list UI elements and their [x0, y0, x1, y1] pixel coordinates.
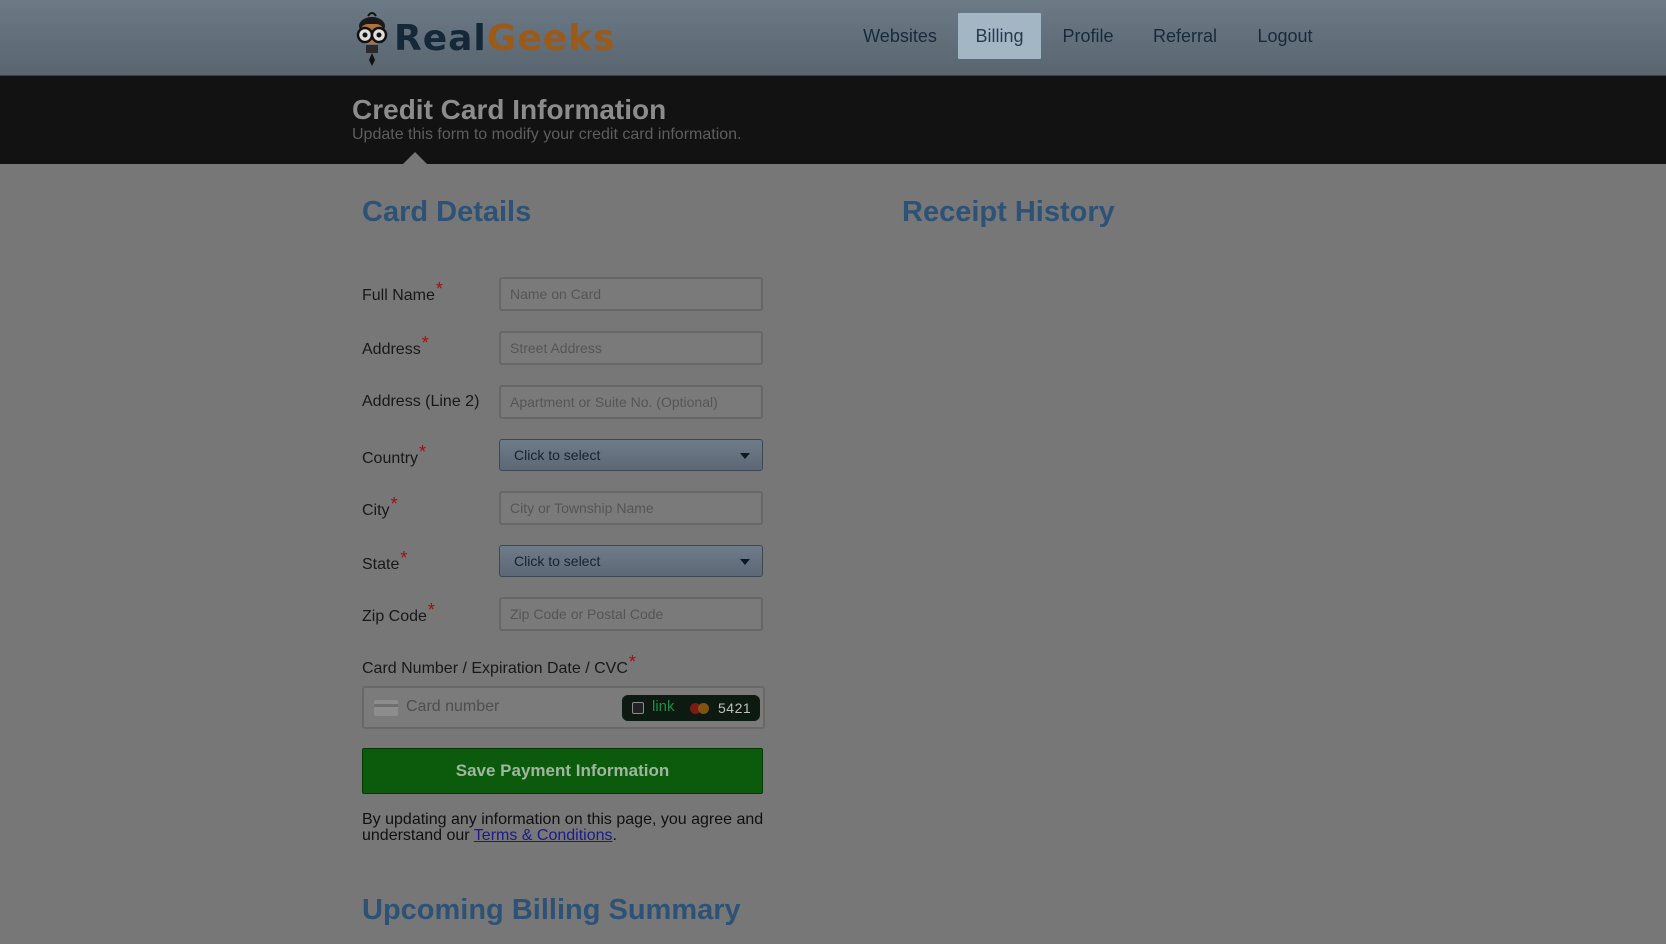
credit-card-icon — [374, 700, 398, 716]
country-select-value: Click to select — [514, 447, 601, 463]
full-name-input[interactable] — [499, 277, 763, 311]
main-nav: Websites Billing Profile Referral Logout — [0, 13, 1666, 59]
required-star: * — [435, 279, 443, 299]
nav-websites[interactable]: Websites — [848, 13, 952, 59]
nav-referral[interactable]: Referral — [1144, 13, 1226, 59]
chevron-down-icon — [740, 559, 750, 565]
full-name-label: Full Name* — [362, 279, 443, 305]
card-number-label: Card Number / Expiration Date / CVC* — [362, 652, 636, 678]
state-label-text: State — [362, 556, 400, 573]
city-label-text: City — [362, 502, 390, 519]
card-number-placeholder: Card number — [406, 698, 500, 715]
address2-label: Address (Line 2) — [362, 393, 479, 411]
zip-label-text: Zip Code — [362, 608, 427, 625]
card-details-title: Card Details — [362, 196, 532, 228]
saved-card-last4: 5421 — [718, 700, 752, 716]
card-number-label-text: Card Number / Expiration Date / CVC — [362, 660, 628, 677]
required-star: * — [628, 652, 636, 672]
country-select[interactable]: Click to select — [499, 439, 763, 471]
terms-agreement-text: By updating any information on this page… — [362, 812, 782, 844]
address2-input[interactable] — [499, 385, 763, 419]
zip-input[interactable] — [499, 597, 763, 631]
city-label: City* — [362, 494, 398, 520]
page-subtitle: Update this form to modify your credit c… — [352, 126, 742, 143]
city-input[interactable] — [499, 491, 763, 525]
billing-summary-title: Upcoming Billing Summary — [362, 894, 741, 926]
address-input[interactable] — [499, 331, 763, 365]
required-star: * — [427, 600, 435, 620]
nav-profile[interactable]: Profile — [1054, 13, 1122, 59]
terms-conditions-link[interactable]: Terms & Conditions — [474, 827, 613, 844]
mastercard-icon — [690, 703, 710, 714]
zip-label: Zip Code* — [362, 600, 435, 626]
save-payment-button[interactable]: Save Payment Information — [362, 748, 763, 794]
address2-label-text: Address (Line 2) — [362, 393, 480, 410]
receipt-history-title: Receipt History — [902, 196, 1115, 228]
country-label-text: Country — [362, 450, 419, 467]
nav-logout[interactable]: Logout — [1250, 13, 1320, 59]
link-autofill-button[interactable]: link 5421 — [622, 695, 760, 721]
card-number-input[interactable]: Card number link 5421 — [362, 686, 765, 729]
required-star: * — [390, 494, 398, 514]
agreement-suffix: . — [612, 827, 617, 844]
state-label: State* — [362, 548, 407, 574]
chevron-down-icon — [740, 453, 750, 459]
link-checkbox[interactable] — [632, 702, 644, 714]
required-star: * — [419, 442, 427, 462]
address-label-text: Address — [362, 341, 421, 358]
state-select-value: Click to select — [514, 553, 601, 569]
header-pointer — [403, 152, 427, 164]
address-label: Address* — [362, 333, 429, 359]
required-star: * — [400, 548, 408, 568]
state-select[interactable]: Click to select — [499, 545, 763, 577]
full-name-label-text: Full Name — [362, 287, 435, 304]
page-title: Credit Card Information — [352, 94, 667, 125]
nav-billing[interactable]: Billing — [958, 13, 1041, 59]
required-star: * — [421, 333, 429, 353]
page-header — [0, 76, 1666, 164]
country-label: Country* — [362, 442, 426, 468]
link-logo-text: link — [652, 698, 675, 715]
top-navbar: RealGeeks Websites Billing Profile Refer… — [0, 0, 1666, 76]
